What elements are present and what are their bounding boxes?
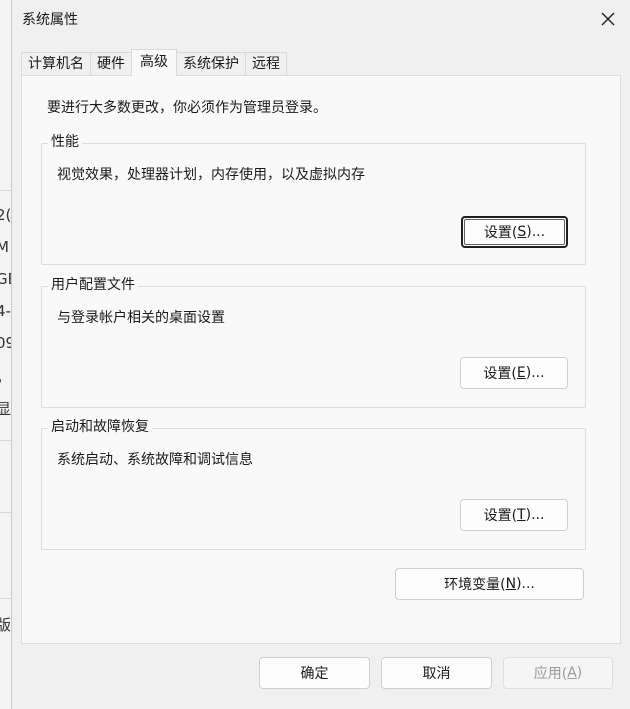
user-profiles-group: 用户配置文件 与登录帐户相关的桌面设置 设置(E)... [41,276,586,408]
performance-description: 视觉效果，处理器计划，内存使用，以及虚拟内存 [57,167,365,183]
background-text: 版 [0,616,12,634]
ok-button[interactable]: 确定 [259,657,370,689]
button-label: )... [525,507,545,523]
user-profiles-description: 与登录帐户相关的桌面设置 [57,310,225,326]
background-text: 显 [0,400,12,418]
button-label: 设置( [483,366,517,382]
cancel-button[interactable]: 取消 [381,657,492,689]
tab-system-protection[interactable]: 系统保护 [176,52,246,76]
button-label: ) [576,665,583,681]
close-button[interactable] [585,0,630,38]
window-title: 系统属性 [22,12,78,28]
button-label: 设置( [483,508,518,524]
performance-group-title: 性能 [48,133,82,151]
admin-note: 要进行大多数更改，你必须作为管理员登录。 [47,100,327,116]
performance-group: 性能 视觉效果，处理器计划，内存使用，以及虚拟内存 设置(S)... [41,133,586,265]
system-properties-dialog: 系统属性 计算机名 硬件 高级 系统保护 远程 要进行大多数更改，你必须作为管理… [11,0,630,709]
background-text: M [0,238,9,256]
tab-remote[interactable]: 远程 [245,52,287,76]
access-key: E [516,365,526,381]
button-label: )... [525,365,545,381]
button-label: )... [516,576,535,592]
tab-strip: 计算机名 硬件 高级 系统保护 远程 [21,49,287,76]
title-bar[interactable]: 系统属性 [12,0,630,40]
background-text: 4- [0,302,11,320]
button-label: )... [526,224,546,240]
apply-button[interactable]: 应用(A) [503,657,613,689]
access-key: S [517,224,527,240]
access-key: T [517,507,526,523]
startup-recovery-description: 系统启动、系统故障和调试信息 [57,452,253,468]
button-label: 设置( [483,225,518,241]
advanced-tab-panel: 要进行大多数更改，你必须作为管理员登录。 性能 视觉效果，处理器计划，内存使用，… [21,75,621,644]
background-text: ， [0,366,11,387]
tab-hardware[interactable]: 硬件 [90,52,132,76]
tab-advanced[interactable]: 高级 [131,49,177,76]
button-label: 环境变量( [444,577,506,593]
performance-settings-button[interactable]: 设置(S)... [461,216,568,248]
tab-computer-name[interactable]: 计算机名 [21,52,91,76]
button-label: 应用( [533,666,568,682]
environment-variables-button[interactable]: 环境变量(N)... [395,568,584,600]
user-profiles-group-title: 用户配置文件 [48,276,138,294]
close-icon [601,12,615,26]
access-key: A [567,665,577,681]
startup-recovery-group-title: 启动和故障恢复 [48,418,152,436]
access-key: N [505,576,517,592]
background-text: 2( [0,206,12,224]
startup-recovery-group: 启动和故障恢复 系统启动、系统故障和调试信息 设置(T)... [41,418,586,550]
startup-recovery-settings-button[interactable]: 设置(T)... [460,499,568,531]
user-profiles-settings-button[interactable]: 设置(E)... [460,357,568,389]
